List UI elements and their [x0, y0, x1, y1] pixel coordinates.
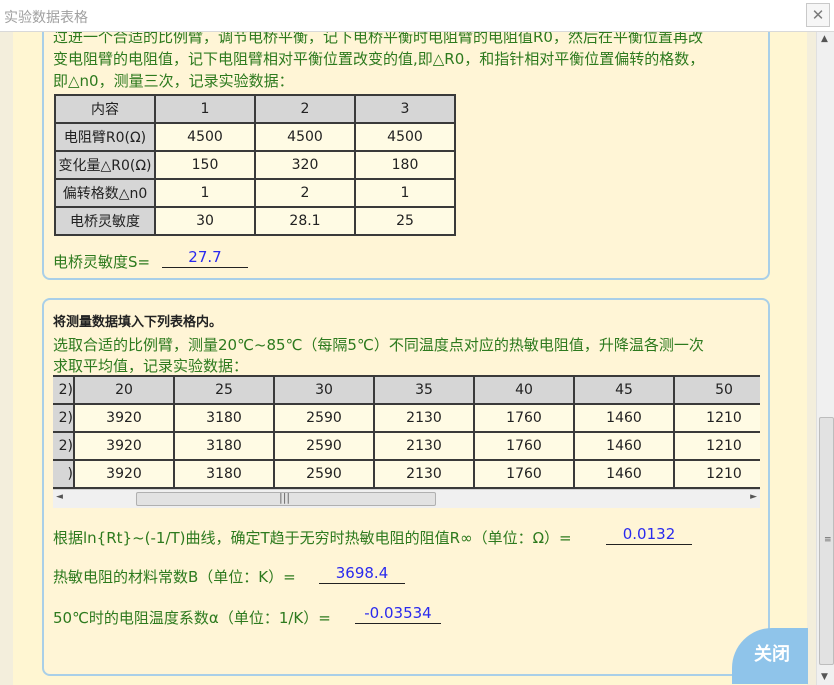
header-cell: 25 [173, 375, 275, 405]
instruction-line-2: 求取平均值，记录实验数据： [53, 357, 249, 375]
scroll-thumb[interactable]: ||| [136, 491, 436, 506]
scroll-up-icon[interactable]: ▲ [821, 34, 828, 44]
temp-coefficient-label: 50℃时的电阻温度系数α（单位：1/K）= [53, 609, 331, 627]
bridge-sensitivity-panel: 过进一个合适的比例臂，调节电桥平衡，记下电桥平衡时电阻臂的电阻值R0，然后在平衡… [42, 32, 770, 280]
table-row: 变化量△R0(Ω) 150 320 180 [54, 150, 456, 180]
scroll-down-icon[interactable]: ▼ [821, 672, 828, 682]
value-cell[interactable]: 1 [154, 178, 256, 208]
value-cell[interactable]: 1460 [573, 459, 675, 489]
sensitivity-label: 电桥灵敏度S= [53, 253, 151, 271]
table-row: 电桥灵敏度 30 28.1 25 [54, 206, 456, 236]
row-label: 偏转格数△n0 [54, 178, 156, 208]
instruction-line-1: 选取合适的比例臂，测量20℃~85℃（每隔5℃）不同温度点对应的热敏电阻值，升降… [53, 336, 704, 354]
instruction-line-3: 即△n0，测量三次，记录实验数据： [53, 72, 294, 90]
thermistor-data-table: 2) 20 25 30 35 40 45 50 2) 3920 3180 259… [53, 375, 760, 489]
header-cell: 20 [73, 375, 175, 405]
value-cell[interactable]: 1460 [573, 403, 675, 433]
scroll-right-icon[interactable]: ► [750, 492, 757, 502]
value-cell[interactable]: 2130 [373, 431, 475, 461]
sensitivity-answer[interactable]: 27.7 [162, 247, 248, 268]
value-cell[interactable]: 30 [154, 206, 256, 236]
vertical-scrollbar[interactable]: ▲ ≡ ▼ [816, 32, 834, 685]
header-cell: 30 [273, 375, 375, 405]
value-cell[interactable]: 1460 [573, 431, 675, 461]
value-cell[interactable]: 4500 [254, 122, 356, 152]
value-cell[interactable]: 1210 [673, 403, 760, 433]
thermistor-table-scroller[interactable]: 2) 20 25 30 35 40 45 50 2) 3920 3180 259… [53, 375, 760, 489]
value-cell[interactable]: 3180 [173, 431, 275, 461]
value-cell[interactable]: 3180 [173, 459, 275, 489]
scroll-thumb[interactable]: ≡ [819, 417, 834, 665]
value-cell[interactable]: 3920 [73, 403, 175, 433]
value-cell[interactable]: 180 [354, 150, 456, 180]
value-cell[interactable]: 320 [254, 150, 356, 180]
value-cell[interactable]: 3180 [173, 403, 275, 433]
value-cell[interactable]: 4500 [154, 122, 256, 152]
close-icon[interactable]: ✕ [806, 3, 830, 27]
value-cell[interactable]: 3920 [73, 431, 175, 461]
material-constant-answer[interactable]: 3698.4 [319, 563, 405, 584]
material-constant-label: 热敏电阻的材料常数B（单位：K）= [53, 568, 296, 586]
table-row: 电阻臂R0(Ω) 4500 4500 4500 [54, 122, 456, 152]
value-cell[interactable]: 1760 [473, 459, 575, 489]
r-infinity-answer[interactable]: 0.0132 [606, 524, 692, 545]
close-button-label: 关闭 [754, 644, 790, 665]
title-bar: 实验数据表格 ✕ [0, 0, 834, 32]
table-row: 2) 3920 3180 2590 2130 1760 1460 1210 [53, 431, 760, 461]
header-cell: 50 [673, 375, 760, 405]
value-cell[interactable]: 2130 [373, 403, 475, 433]
horizontal-scrollbar[interactable]: ◄ ||| ► [53, 489, 760, 508]
row-label: 电桥灵敏度 [54, 206, 156, 236]
value-cell[interactable]: 3920 [73, 459, 175, 489]
table-row: 偏转格数△n0 1 2 1 [54, 178, 456, 208]
row-label-cut: 2) [53, 431, 75, 461]
header-cell: 2 [254, 94, 356, 124]
grip-icon: ≡ [824, 535, 832, 545]
grip-icon: ||| [279, 491, 291, 504]
value-cell[interactable]: 2590 [273, 459, 375, 489]
value-cell[interactable]: 2590 [273, 403, 375, 433]
header-cell: 内容 [54, 94, 156, 124]
table-row: 2) 3920 3180 2590 2130 1760 1460 1210 [53, 403, 760, 433]
page-area: 过进一个合适的比例臂，调节电桥平衡，记下电桥平衡时电阻臂的电阻值R0，然后在平衡… [13, 32, 808, 685]
row-label: 电阻臂R0(Ω) [54, 122, 156, 152]
window-title: 实验数据表格 [4, 10, 88, 26]
header-cell: 45 [573, 375, 675, 405]
value-cell[interactable]: 2590 [273, 431, 375, 461]
header-cell: 35 [373, 375, 475, 405]
scroll-left-icon[interactable]: ◄ [56, 492, 63, 502]
header-cell-cut: 2) [53, 375, 75, 405]
value-cell[interactable]: 150 [154, 150, 256, 180]
value-cell[interactable]: 4500 [354, 122, 456, 152]
value-cell[interactable]: 1210 [673, 459, 760, 489]
header-cell: 3 [354, 94, 456, 124]
header-cell: 40 [473, 375, 575, 405]
row-label-cut: ) [53, 459, 75, 489]
value-cell[interactable]: 1 [354, 178, 456, 208]
header-cell: 1 [154, 94, 256, 124]
value-cell[interactable]: 28.1 [254, 206, 356, 236]
value-cell[interactable]: 1760 [473, 431, 575, 461]
value-cell[interactable]: 1760 [473, 403, 575, 433]
instruction-line-2: 变电阻臂的电阻值，记下电阻臂相对平衡位置改变的值,即△R0，和指针相对平衡位置偏… [53, 50, 705, 68]
table-row: ) 3920 3180 2590 2130 1760 1460 1210 [53, 459, 760, 489]
value-cell[interactable]: 25 [354, 206, 456, 236]
bridge-data-table: 内容 1 2 3 电阻臂R0(Ω) 4500 4500 4500 变化量△R0(… [54, 94, 456, 236]
section-heading: 将测量数据填入下列表格内。 [53, 315, 223, 330]
value-cell[interactable]: 2 [254, 178, 356, 208]
value-cell[interactable]: 1210 [673, 431, 760, 461]
temp-coefficient-answer[interactable]: -0.03534 [355, 603, 441, 624]
content-viewport: 过进一个合适的比例臂，调节电桥平衡，记下电桥平衡时电阻臂的电阻值R0，然后在平衡… [0, 32, 816, 685]
instruction-partial-line: 过进一个合适的比例臂，调节电桥平衡，记下电桥平衡时电阻臂的电阻值R0，然后在平衡… [53, 32, 703, 46]
value-cell[interactable]: 2130 [373, 459, 475, 489]
r-infinity-label: 根据ln{Rt}~(-1/T)曲线，确定T趋于无穷时热敏电阻的阻值R∞（单位：Ω… [53, 529, 572, 547]
row-label-cut: 2) [53, 403, 75, 433]
row-label: 变化量△R0(Ω) [54, 150, 156, 180]
